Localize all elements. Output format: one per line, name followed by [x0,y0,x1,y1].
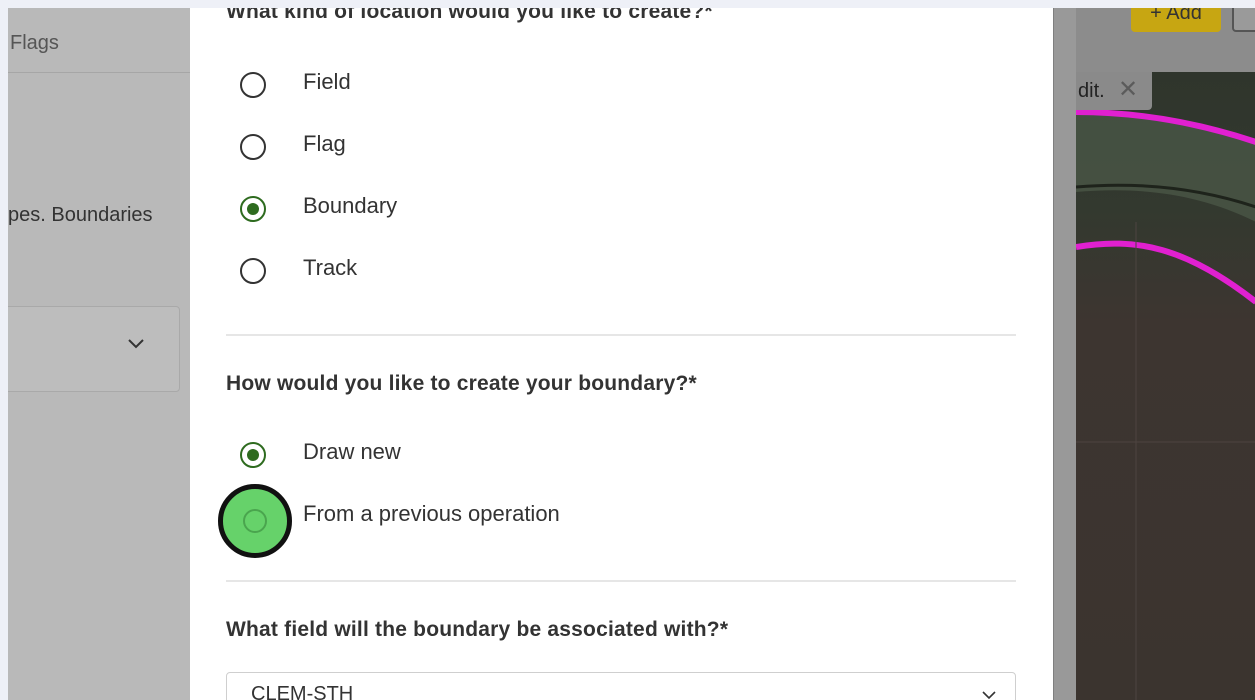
left-description-text: pes. Boundaries [8,204,153,226]
divider [226,580,1016,582]
radio-button-selected[interactable] [240,442,266,468]
field-association-question: What field will the boundary be associat… [226,618,729,641]
map-edit-chip: dit. ✕ [1076,72,1152,110]
close-icon[interactable]: ✕ [1118,78,1138,102]
left-dropdown[interactable] [8,306,180,392]
radio-button[interactable] [240,134,266,160]
divider [226,334,1016,336]
add-button[interactable]: + Add [1131,8,1221,32]
radio-label: Boundary [303,193,398,218]
radio-button[interactable] [240,72,266,98]
radio-label: Field [303,69,351,94]
radio-button-selected[interactable] [240,196,266,222]
screen: Flags pes. Boundaries + Add dit. ✕ What … [8,8,1255,700]
location-type-question: What kind of location would you like to … [226,8,713,23]
field-select-value: CLEM-STH [251,683,354,700]
radio-label: Flag [303,131,346,156]
radio-option-previous-operation[interactable]: From a previous operation [226,500,826,540]
map-chip-text: dit. [1078,80,1105,102]
flags-tab-label: Flags [10,32,59,54]
radio-option-flag[interactable]: Flag [226,130,826,170]
flags-tab[interactable]: Flags [8,8,190,73]
create-location-modal: What kind of location would you like to … [190,8,1053,700]
more-button[interactable] [1232,8,1255,32]
radio-option-field[interactable]: Field [226,68,826,108]
radio-label: Track [303,255,358,280]
radio-button[interactable] [240,258,266,284]
radio-option-draw-new[interactable]: Draw new [226,438,826,478]
boundary-line [1076,240,1255,305]
chevron-down-icon [128,339,144,349]
scroll-gutter [1053,8,1076,700]
left-background-panel: Flags pes. Boundaries [8,8,190,700]
field-select[interactable]: CLEM-STH [226,672,1016,700]
map-overlay [1076,109,1255,700]
radio-option-track[interactable]: Track [226,254,826,294]
radio-label: From a previous operation [303,501,560,526]
boundary-method-question: How would you like to create your bounda… [226,372,697,395]
radio-option-boundary[interactable]: Boundary [226,192,826,232]
chevron-down-icon [982,691,996,700]
radio-label: Draw new [303,439,401,464]
